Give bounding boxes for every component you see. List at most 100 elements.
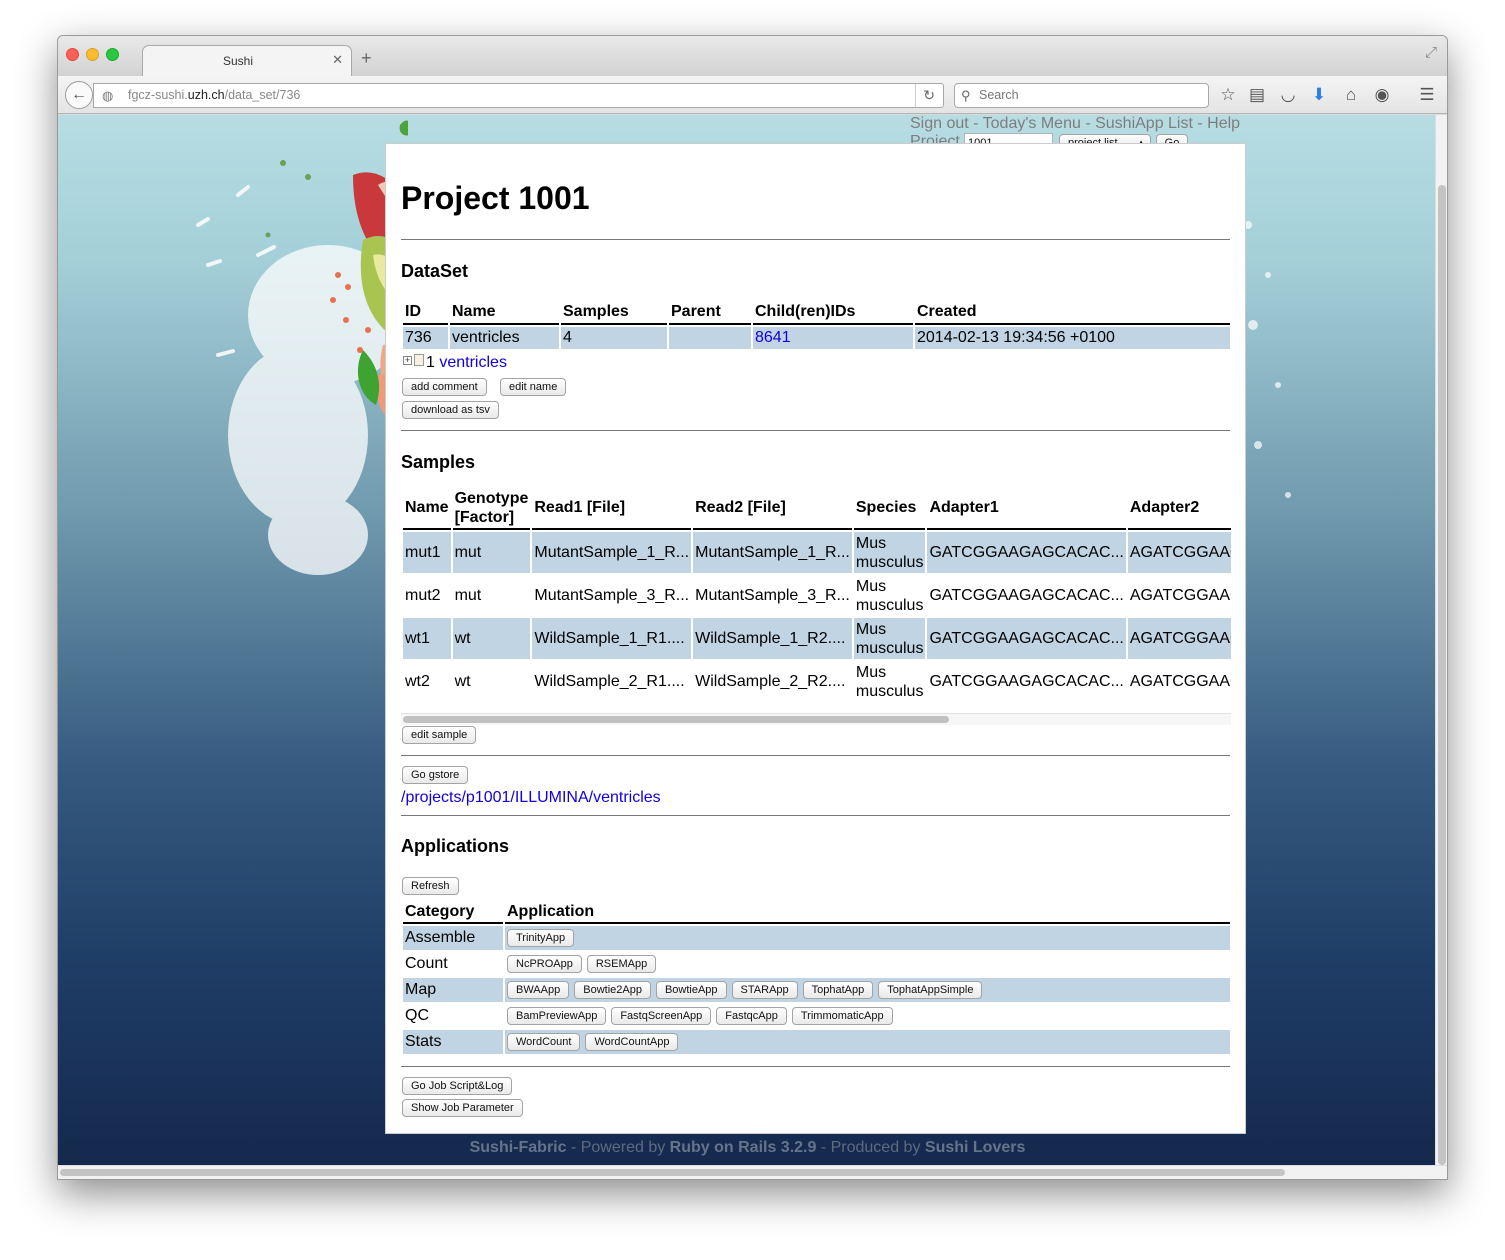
search-placeholder: Search xyxy=(979,88,1019,102)
sample-row: mut1 mut MutantSample_1_R... MutantSampl… xyxy=(403,532,1231,573)
url-prefix: fgcz-sushi. xyxy=(128,88,188,102)
samples-horizontal-scrollbar[interactable] xyxy=(401,713,1231,725)
zoom-window-button[interactable] xyxy=(106,48,119,61)
sample-cell: GATCGGAAGAGCACAC... xyxy=(927,618,1126,659)
pocket-icon[interactable]: ◡ xyxy=(1277,85,1299,105)
divider xyxy=(401,430,1230,431)
divider xyxy=(401,755,1230,756)
category-cell: Stats xyxy=(403,1030,503,1054)
sample-cell: mut2 xyxy=(405,587,441,604)
app-row-count: Count NcPROApp RSEMApp xyxy=(403,952,1230,976)
water-splash-image xyxy=(1240,221,1291,538)
sample-cell: GATCGGAAGAGCACAC... xyxy=(929,587,1124,604)
job-script-log-button[interactable]: Go Job Script&Log xyxy=(402,1077,513,1095)
sample-cell: WildSample_1_R1.... xyxy=(532,618,692,659)
url-domain: uzh.ch xyxy=(187,88,225,102)
url-bar[interactable]: ◍ fgcz-sushi.uzh.ch/data_set/736 ↻ xyxy=(93,83,944,108)
sushiapp-list-link[interactable]: SushiApp List xyxy=(1095,115,1193,132)
app-button-tophatappsimple[interactable]: TophatAppSimple xyxy=(878,980,983,999)
app-button-bowtieapp[interactable]: BowtieApp xyxy=(655,980,727,999)
edit-name-button[interactable]: edit name xyxy=(500,378,567,396)
sample-cell: MutantSample_1_R... xyxy=(693,532,852,573)
page-horizontal-scrollbar[interactable] xyxy=(58,1165,1447,1179)
back-button[interactable]: ← xyxy=(65,81,93,109)
col-adapter2: Adapter2 xyxy=(1127,488,1231,530)
footer-rails: Ruby on Rails 3.2.9 xyxy=(669,1139,817,1156)
reading-list-icon[interactable]: ▤ xyxy=(1246,85,1268,105)
category-cell: QC xyxy=(405,1007,429,1024)
divider xyxy=(401,1066,1230,1067)
apps-cell: TrinityApp xyxy=(505,926,1230,950)
app-row-assemble: Assemble TrinityApp xyxy=(403,926,1230,950)
sample-cell: MutantSample_3_R... xyxy=(695,587,850,604)
url-path: /data_set/736 xyxy=(224,88,301,102)
tree-dataset-link[interactable]: ventricles xyxy=(439,354,507,371)
sign-out-link[interactable]: Sign out xyxy=(910,115,969,132)
download-icon[interactable]: ⬇ xyxy=(1308,85,1330,105)
app-button-bampreviewapp[interactable]: BamPreviewApp xyxy=(507,1006,607,1025)
dataset-heading: DataSet xyxy=(401,261,469,281)
new-tab-icon[interactable]: + xyxy=(361,48,372,69)
app-button-bwaapp[interactable]: BWAApp xyxy=(507,980,570,999)
app-button-bowtie2app[interactable]: Bowtie2App xyxy=(574,980,651,999)
title-bar: Sushi ✕ + ⤢ xyxy=(58,36,1447,76)
download-tsv-button[interactable]: download as tsv xyxy=(402,401,499,419)
sample-cell: Mus musculus xyxy=(855,663,924,700)
refresh-button[interactable]: Refresh xyxy=(402,877,459,895)
edit-sample-button[interactable]: edit sample xyxy=(402,726,477,744)
dataset-tree: +1 ventricles xyxy=(403,354,507,372)
dataset-created: 2014-02-13 19:34:56 +0100 xyxy=(915,327,1230,349)
search-input[interactable]: ⚲ Search xyxy=(954,83,1209,108)
scrollbar-thumb[interactable] xyxy=(1438,185,1446,1165)
browser-tab[interactable]: Sushi ✕ xyxy=(142,45,352,76)
close-window-button[interactable] xyxy=(66,48,79,61)
sample-cell: mut xyxy=(452,532,531,573)
expand-tree-icon[interactable]: + xyxy=(403,356,412,365)
gstore-path-link[interactable]: /projects/p1001/ILLUMINA/ventricles xyxy=(401,789,661,807)
footer-sushi-lovers: Sushi Lovers xyxy=(924,1139,1026,1156)
show-job-parameter-button[interactable]: Show Job Parameter xyxy=(402,1099,523,1117)
samples-table-scroll[interactable]: Name Genotype [Factor] Read1 [File] Read… xyxy=(401,486,1231,726)
page-vertical-scrollbar[interactable] xyxy=(1435,115,1447,1167)
close-tab-icon[interactable]: ✕ xyxy=(332,52,343,68)
app-button-trinityapp[interactable]: TrinityApp xyxy=(507,928,575,947)
dataset-samples: 4 xyxy=(561,327,667,349)
add-comment-button[interactable]: add comment xyxy=(402,378,487,396)
app-row-qc: QC BamPreviewApp FastqScreenApp FastqcApp T… xyxy=(403,1004,1230,1028)
app-button-trimmomaticapp[interactable]: TrimmomaticApp xyxy=(791,1006,893,1025)
chat-icon[interactable]: ◉ xyxy=(1371,85,1393,105)
app-button-wordcountapp[interactable]: WordCountApp xyxy=(585,1032,679,1051)
help-link[interactable]: Help xyxy=(1207,115,1240,132)
scrollbar-thumb[interactable] xyxy=(403,716,949,723)
todays-menu-link[interactable]: Today's Menu xyxy=(983,115,1081,132)
app-button-wordcount[interactable]: WordCount xyxy=(507,1032,581,1051)
col-name: Name xyxy=(450,301,559,325)
main-content: Project 1001 DataSet ID Name Samples Par… xyxy=(385,143,1246,1134)
footer-sushi-fabric: Sushi-Fabric xyxy=(469,1139,567,1156)
sample-cell: GATCGGAAGAGCACAC... xyxy=(927,532,1126,573)
go-gstore-button[interactable]: Go gstore xyxy=(402,766,469,784)
scrollbar-thumb[interactable] xyxy=(60,1169,1285,1176)
child-dataset-link[interactable]: 8641 xyxy=(755,329,791,346)
reload-icon[interactable]: ↻ xyxy=(915,84,935,107)
app-button-rsemapp[interactable]: RSEMApp xyxy=(586,954,657,973)
category-cell: Count xyxy=(405,955,448,972)
fullscreen-icon[interactable]: ⤢ xyxy=(1425,44,1437,61)
app-button-ncproapp[interactable]: NcPROApp xyxy=(507,954,582,973)
menu-icon[interactable]: ☰ xyxy=(1416,85,1438,105)
page-viewport: Sign out - Today's Menu - SushiApp List … xyxy=(58,115,1437,1167)
nav-separator: - xyxy=(968,115,983,132)
col-species: Species xyxy=(853,488,926,530)
app-button-tophatapp[interactable]: TophatApp xyxy=(802,980,874,999)
minimize-window-button[interactable] xyxy=(86,48,99,61)
applications-header-row: Category Application xyxy=(403,902,1230,924)
home-icon[interactable]: ⌂ xyxy=(1340,85,1362,105)
app-button-fastqcapp[interactable]: FastqcApp xyxy=(716,1006,787,1025)
sample-cell: MutantSample_3_R... xyxy=(534,587,690,604)
app-button-starapp[interactable]: STARApp xyxy=(731,980,798,999)
app-button-fastqscreenapp[interactable]: FastqScreenApp xyxy=(611,1006,712,1025)
bookmark-star-icon[interactable]: ☆ xyxy=(1217,85,1239,105)
sample-cell: wt2 xyxy=(405,673,430,690)
sample-cell: mut xyxy=(454,587,482,604)
nav-separator: - xyxy=(1192,115,1208,132)
